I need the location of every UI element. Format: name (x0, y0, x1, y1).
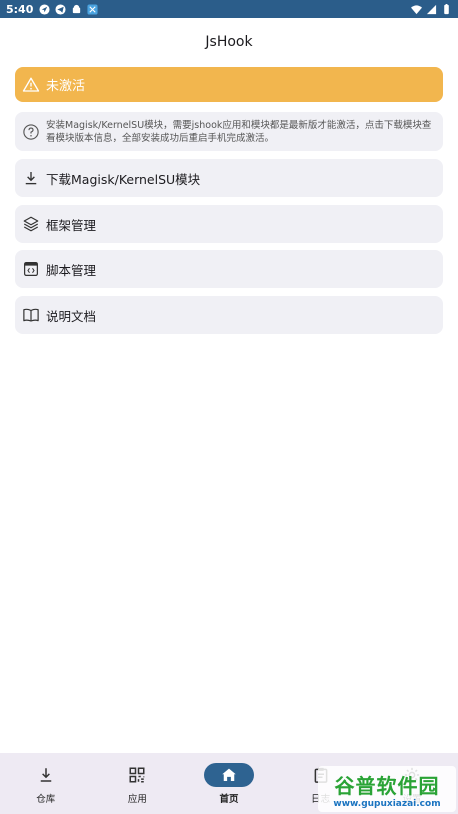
nav-label: 应用 (127, 794, 147, 805)
nav-item-repository[interactable]: 仓库 (0, 753, 92, 814)
translate-icon (87, 3, 98, 15)
help-icon (23, 123, 39, 140)
status-bar: 5:40 (0, 0, 458, 18)
menu-item-download-module[interactable]: 下载Magisk/KernelSU模块 (15, 159, 443, 197)
menu-item-script-management[interactable]: 脚本管理 (15, 250, 443, 288)
watermark-url: www.gupuxiazai.com (333, 798, 441, 809)
signal-icon (426, 4, 437, 14)
watermark-logo: 谷普软件园 www.gupuxiazai.com (318, 766, 456, 812)
home-icon (222, 768, 236, 781)
menu-item-documentation[interactable]: 说明文档 (15, 296, 443, 334)
menu-item-label: 说明文档 (46, 308, 97, 324)
nav-label: 首页 (219, 794, 239, 805)
info-card: 安装Magisk/KernelSU模块，需要jshook应用和模块都是最新版才能… (15, 112, 443, 151)
watermark-name: 谷普软件园 (334, 773, 440, 798)
activation-status-card[interactable]: 未激活 (15, 67, 443, 102)
download-icon (25, 172, 37, 185)
menu-item-label: 脚本管理 (46, 262, 97, 278)
code-file-icon (24, 262, 38, 276)
download-icon (40, 768, 52, 782)
android-icon (73, 4, 81, 13)
nav-label: 仓库 (36, 794, 56, 805)
nav-item-apps[interactable]: 应用 (92, 753, 184, 814)
menu-item-framework-management[interactable]: 框架管理 (15, 205, 443, 243)
battery-icon (444, 3, 449, 14)
page-title: JsHook (205, 34, 253, 50)
wifi-icon (411, 4, 422, 14)
system-icons (411, 3, 452, 15)
menu-item-label: 下载Magisk/KernelSU模块 (46, 171, 201, 187)
book-icon (23, 308, 39, 322)
warning-icon (22, 77, 40, 92)
activation-status-label: 未激活 (46, 79, 86, 94)
layers-icon (23, 216, 39, 232)
info-text: 安装Magisk/KernelSU模块，需要jshook应用和模块都是最新版才能… (46, 119, 432, 144)
navigation-icon (39, 3, 50, 15)
grid-icon (129, 767, 145, 783)
nav-item-home[interactable]: 首页 (183, 753, 275, 814)
telegram-icon (55, 3, 66, 15)
status-time: 5:40 (6, 2, 34, 16)
notification-icons (39, 3, 98, 15)
menu-item-label: 框架管理 (46, 217, 97, 233)
